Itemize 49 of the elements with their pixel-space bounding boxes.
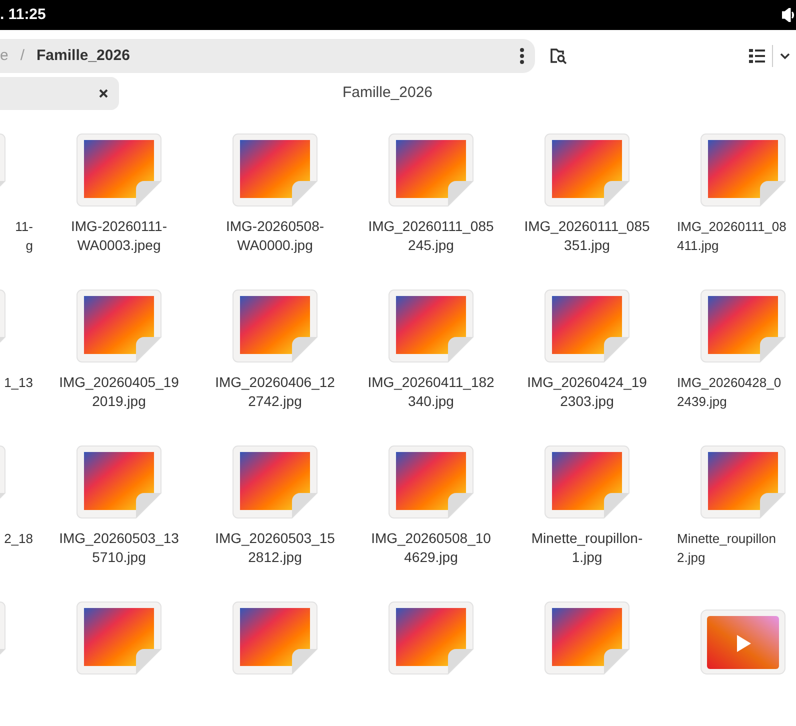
image-file-icon (76, 601, 162, 675)
image-file-icon (544, 289, 630, 363)
clock-time: . 11:25 (0, 4, 46, 25)
image-file-icon (388, 445, 474, 519)
file-name[interactable]: Minette_roupillon- 1.jpg (531, 529, 643, 567)
file-name[interactable]: IMG-20260111- WA0003.jpeg (71, 217, 167, 255)
more-options-icon[interactable] (519, 47, 525, 65)
folder-title: Famille_2026 (342, 82, 433, 103)
file-name[interactable]: 11- g (15, 217, 41, 255)
folder-search-icon[interactable] (550, 48, 568, 64)
image-file-icon (700, 289, 786, 363)
image-file-icon (76, 289, 162, 363)
file-name[interactable]: IMG_20260405_19 2019.jpg (59, 373, 179, 411)
image-file-icon (700, 445, 786, 519)
image-file-icon (544, 133, 630, 207)
file-name[interactable]: IMG-20260508- WA0000.jpg (226, 217, 324, 255)
search-field[interactable] (0, 76, 119, 110)
list-view-icon[interactable] (749, 49, 765, 63)
path-separator: / (20, 46, 25, 66)
image-file-icon (232, 445, 318, 519)
path-segment[interactable]: Famille_2026 (36, 44, 130, 68)
speaker-icon[interactable] (782, 8, 794, 22)
file-name[interactable]: IMG_20260111_08 411.jpg (665, 217, 786, 255)
file-name[interactable]: IMG_20260411_182 340.jpg (368, 373, 494, 411)
file-name[interactable]: IMG_20260428_0 2439.jpg (665, 373, 782, 411)
chevron-down-icon[interactable] (780, 52, 790, 60)
image-file-icon (76, 445, 162, 519)
file-name[interactable]: IMG_20260503_13 5710.jpg (59, 529, 179, 567)
file-name[interactable]: 2_18 (4, 529, 41, 548)
file-name[interactable]: IMG_20260111_085 351.jpg (524, 217, 650, 255)
video-file-icon (700, 609, 786, 675)
image-file-icon (232, 601, 318, 675)
file-name[interactable]: 1_13 (4, 373, 41, 392)
file-name[interactable]: IMG_20260406_12 2742.jpg (215, 373, 335, 411)
image-file-icon (388, 601, 474, 675)
image-file-icon (388, 133, 474, 207)
file-name[interactable]: IMG_20260111_085 245.jpg (368, 217, 494, 255)
image-file-icon (388, 289, 474, 363)
image-file-icon (700, 133, 786, 207)
image-file-icon (76, 133, 162, 207)
image-file-icon (232, 289, 318, 363)
file-name[interactable]: IMG_20260503_15 2812.jpg (215, 529, 335, 567)
close-icon[interactable] (99, 88, 108, 98)
image-file-icon (544, 601, 630, 675)
file-name[interactable]: IMG_20260508_10 4629.jpg (371, 529, 491, 567)
image-file-icon (544, 445, 630, 519)
file-name[interactable]: IMG_20260424_19 2303.jpg (527, 373, 647, 411)
image-file-icon (232, 133, 318, 207)
file-name[interactable]: Minette_roupillon 2.jpg (665, 529, 776, 567)
